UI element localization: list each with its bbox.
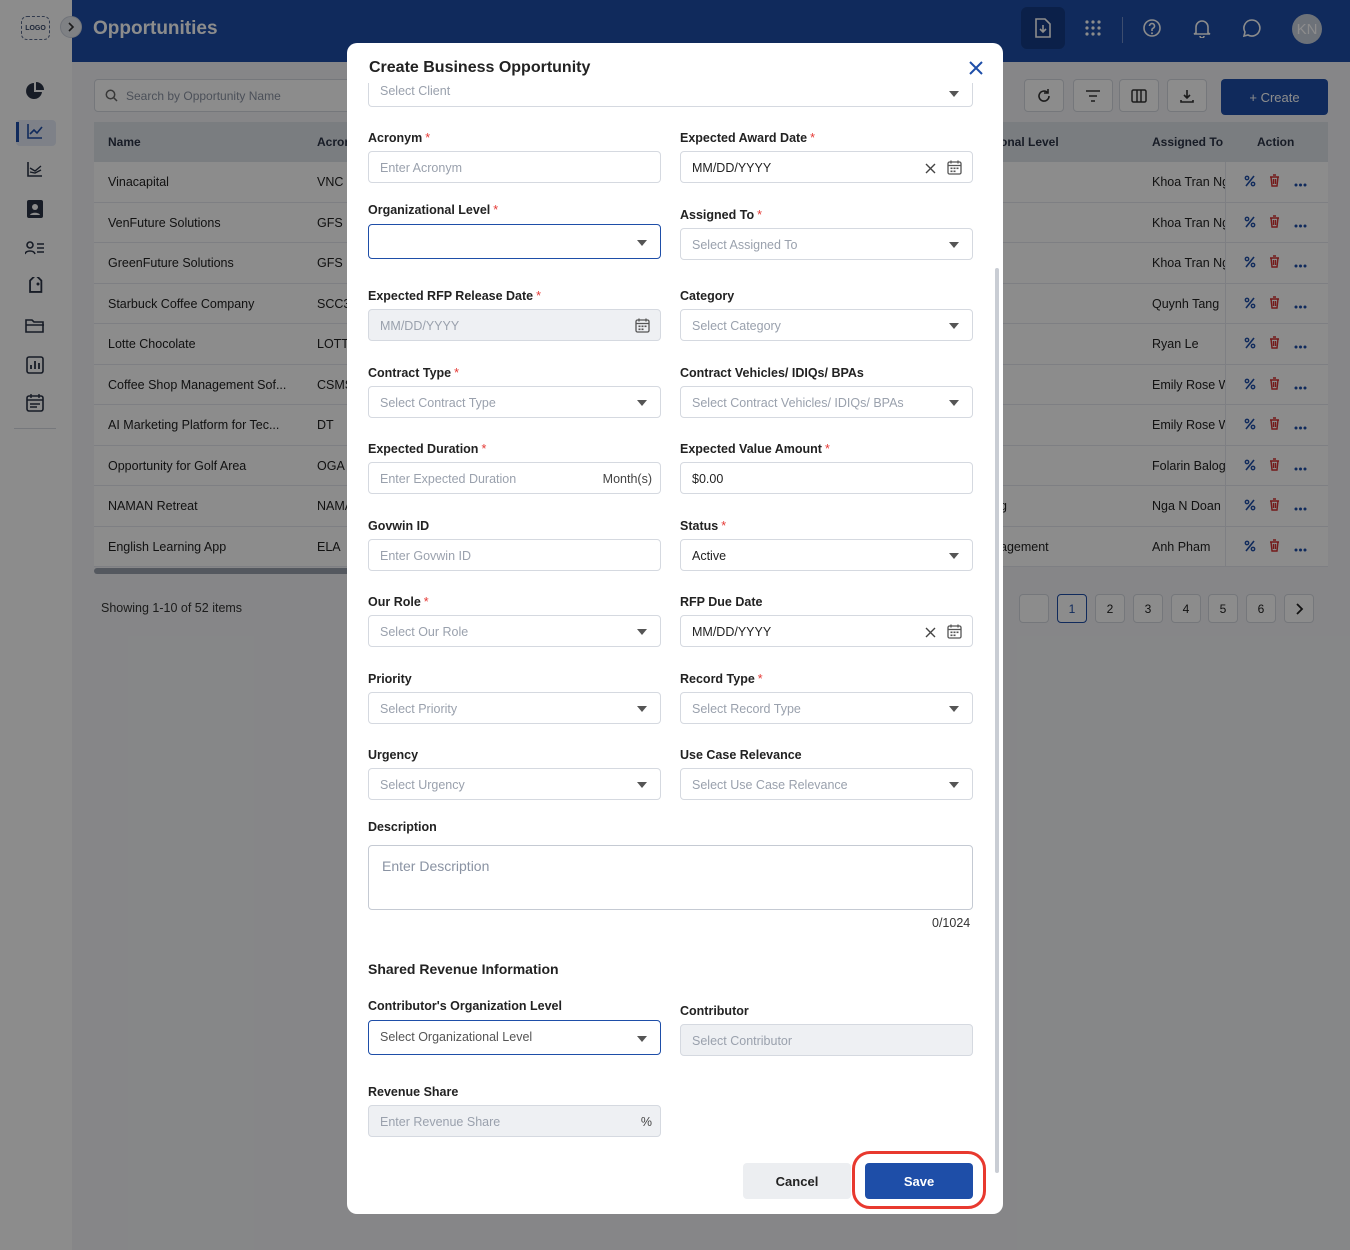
org-level-label: Organizational Level * bbox=[368, 203, 499, 217]
chevron-down-icon bbox=[949, 323, 959, 329]
urgency-label: Urgency bbox=[368, 748, 419, 762]
revenue-share-label: Revenue Share bbox=[368, 1085, 459, 1099]
client-select[interactable]: Select Client bbox=[368, 83, 973, 107]
chevron-down-icon bbox=[949, 400, 959, 406]
duration-suffix: Month(s) bbox=[602, 472, 652, 486]
record-type-label: Record Type * bbox=[680, 672, 763, 686]
clear-icon[interactable] bbox=[925, 161, 936, 179]
duration-label: Expected Duration * bbox=[368, 442, 487, 456]
govwin-label: Govwin ID bbox=[368, 519, 430, 533]
vehicles-select[interactable]: Select Contract Vehicles/ IDIQs/ BPAs bbox=[680, 386, 973, 418]
rfp-due-date-input[interactable]: MM/DD/YYYY bbox=[680, 615, 973, 647]
description-textarea[interactable]: Enter Description bbox=[368, 845, 973, 910]
calendar-icon[interactable] bbox=[635, 318, 650, 338]
dialog-title: Create Business Opportunity bbox=[369, 59, 591, 76]
acronym-input[interactable]: Enter Acronym bbox=[368, 151, 661, 183]
description-label: Description bbox=[368, 820, 437, 834]
award-date-input[interactable]: MM/DD/YYYY bbox=[680, 151, 973, 183]
close-icon[interactable] bbox=[969, 61, 983, 80]
percent-suffix: % bbox=[640, 1115, 652, 1129]
value-amount-label: Expected Value Amount * bbox=[680, 442, 830, 456]
revenue-share-input[interactable]: Enter Revenue Share % bbox=[368, 1105, 661, 1137]
rfp-due-label: RFP Due Date bbox=[680, 595, 763, 609]
chevron-down-icon bbox=[637, 782, 647, 788]
chevron-down-icon bbox=[949, 782, 959, 788]
chevron-down-icon bbox=[637, 400, 647, 406]
record-type-select[interactable]: Select Record Type bbox=[680, 692, 973, 724]
status-label: Status * bbox=[680, 519, 727, 533]
category-label: Category bbox=[680, 289, 735, 303]
priority-select[interactable]: Select Priority bbox=[368, 692, 661, 724]
priority-label: Priority bbox=[368, 672, 412, 686]
acronym-label: Acronym * bbox=[368, 131, 431, 145]
assigned-to-label: Assigned To * bbox=[680, 208, 762, 222]
chevron-down-icon bbox=[637, 1036, 647, 1042]
contrib-org-label: Contributor's Organization Level bbox=[368, 999, 562, 1013]
calendar-icon[interactable] bbox=[947, 624, 962, 644]
category-select[interactable]: Select Category bbox=[680, 309, 973, 341]
contributor-select[interactable]: Select Contributor bbox=[680, 1024, 973, 1056]
cancel-button[interactable]: Cancel bbox=[743, 1163, 851, 1199]
chevron-down-icon bbox=[949, 242, 959, 248]
use-case-label: Use Case Relevance bbox=[680, 748, 802, 762]
save-highlight-ring bbox=[852, 1151, 986, 1209]
calendar-icon[interactable] bbox=[947, 160, 962, 180]
status-select[interactable]: Active bbox=[680, 539, 973, 571]
shared-revenue-title: Shared Revenue Information bbox=[368, 961, 559, 977]
contract-type-label: Contract Type * bbox=[368, 366, 459, 380]
description-counter: 0/1024 bbox=[932, 916, 971, 930]
chevron-down-icon bbox=[637, 706, 647, 712]
chevron-down-icon bbox=[637, 240, 647, 246]
clear-icon[interactable] bbox=[925, 625, 936, 643]
contrib-org-select[interactable]: Select Organizational Level bbox=[368, 1020, 661, 1055]
chevron-down-icon bbox=[949, 553, 959, 559]
urgency-select[interactable]: Select Urgency bbox=[368, 768, 661, 800]
chevron-down-icon bbox=[949, 706, 959, 712]
rfp-release-label: Expected RFP Release Date * bbox=[368, 289, 541, 303]
assigned-to-select[interactable]: Select Assigned To bbox=[680, 228, 973, 260]
chevron-down-icon bbox=[949, 91, 959, 97]
org-level-select[interactable] bbox=[368, 224, 661, 259]
vehicles-label: Contract Vehicles/ IDIQs/ BPAs bbox=[680, 366, 864, 380]
contributor-label: Contributor bbox=[680, 1004, 749, 1018]
duration-input[interactable]: Enter Expected Duration Month(s) bbox=[368, 462, 661, 494]
govwin-input[interactable]: Enter Govwin ID bbox=[368, 539, 661, 571]
rfp-release-date-input[interactable]: MM/DD/YYYY bbox=[368, 309, 661, 341]
use-case-select[interactable]: Select Use Case Relevance bbox=[680, 768, 973, 800]
award-date-label: Expected Award Date * bbox=[680, 131, 816, 145]
dialog-scrollbar[interactable] bbox=[995, 268, 999, 1173]
contract-type-select[interactable]: Select Contract Type bbox=[368, 386, 661, 418]
chevron-down-icon bbox=[637, 629, 647, 635]
value-amount-input[interactable]: $0.00 bbox=[680, 462, 973, 494]
our-role-label: Our Role * bbox=[368, 595, 429, 609]
create-opportunity-dialog: Create Business Opportunity Select Clien… bbox=[347, 43, 1003, 1214]
our-role-select[interactable]: Select Our Role bbox=[368, 615, 661, 647]
